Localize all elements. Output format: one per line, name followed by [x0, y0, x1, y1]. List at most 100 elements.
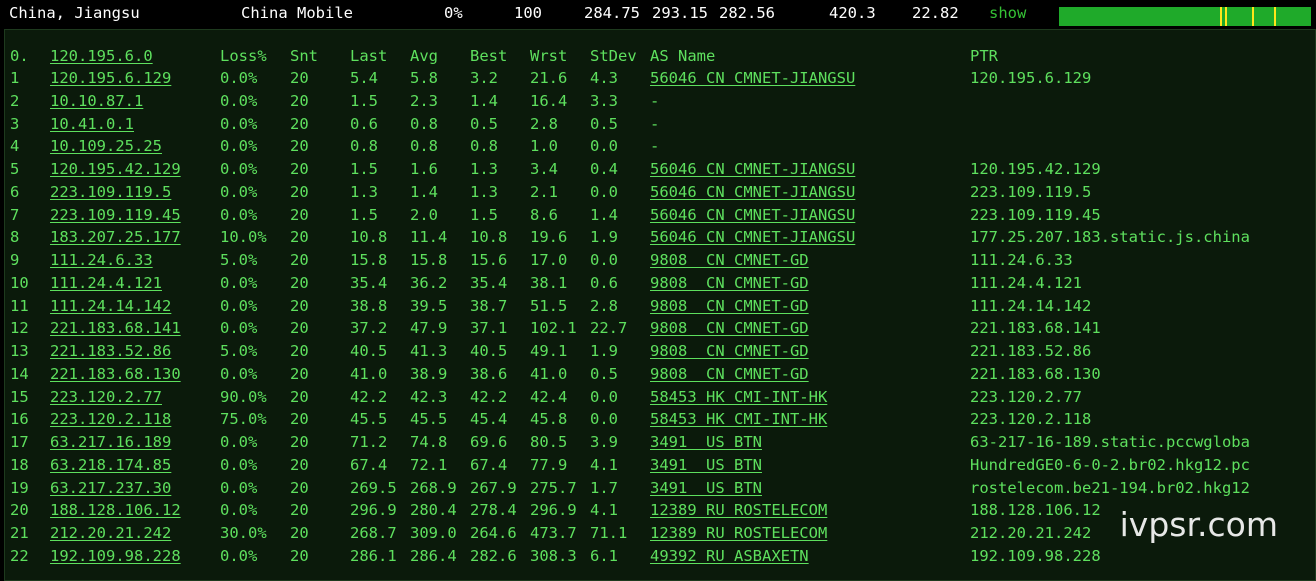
hop-host[interactable]: 120.195.6.129 — [50, 67, 171, 89]
hop-sent: 20 — [290, 296, 309, 315]
hop-as-name[interactable]: 12389 RU ROSTELECOM — [650, 499, 827, 521]
hop-host[interactable]: 223.120.2.77 — [50, 386, 162, 408]
hop-worst: 38.1 — [530, 273, 568, 292]
hop-as-name[interactable]: 9808 CN CMNET-GD — [650, 363, 809, 385]
hop-as-name[interactable]: 56046 CN CMNET-JIANGSU — [650, 158, 855, 180]
hop-host[interactable]: 223.120.2.118 — [50, 408, 171, 430]
hop-as-name[interactable]: 9808 CN CMNET-GD — [650, 340, 809, 362]
hop-best: 267.9 — [470, 478, 517, 497]
hop-ptr: 188.128.106.12 — [970, 501, 1101, 520]
hop-worst: 308.3 — [530, 546, 577, 565]
hop-avg: 42.3 — [410, 387, 448, 406]
hop-as-name[interactable]: 9808 CN CMNET-GD — [650, 272, 809, 294]
hop-loss: 0.0% — [220, 205, 258, 224]
hop-as-name[interactable]: 56046 CN CMNET-JIANGSU — [650, 67, 855, 89]
hop-last: 40.5 — [350, 342, 388, 360]
hop-host[interactable]: 63.217.237.30 — [50, 477, 171, 499]
col-host[interactable]: 120.195.6.0 — [50, 45, 153, 67]
hop-best: 1.3 — [470, 160, 498, 178]
hop-host[interactable]: 221.183.68.130 — [50, 363, 181, 385]
hop-worst: 1.0 — [530, 137, 558, 156]
hop-last: 286.1 — [350, 546, 397, 565]
hop-number: 7 — [10, 205, 20, 224]
hop-worst: 51.5 — [530, 296, 568, 315]
hop-host[interactable]: 111.24.14.142 — [50, 295, 171, 317]
hop-host[interactable]: 10.41.0.1 — [50, 113, 134, 135]
hop-as-name[interactable]: 58453 HK CMI-INT-HK — [650, 408, 827, 430]
hop-host[interactable]: 221.183.68.141 — [50, 317, 181, 339]
hop-stdev: 4.1 — [590, 501, 618, 520]
summary-sent: 100 — [514, 4, 542, 22]
hop-worst: 3.4 — [530, 160, 558, 178]
hop-as-name[interactable]: 12389 RU ROSTELECOM — [650, 522, 827, 544]
hop-last: 37.2 — [350, 319, 388, 338]
summary-avg: 293.15 — [652, 4, 708, 22]
hop-sent: 20 — [290, 478, 309, 497]
hop-avg: 38.9 — [410, 364, 448, 383]
hop-worst: 102.1 — [530, 319, 577, 338]
hop-last: 10.8 — [350, 228, 388, 247]
hop-host[interactable]: 10.109.25.25 — [50, 135, 162, 157]
hop-ptr: 221.183.52.86 — [970, 342, 1092, 360]
hop-sent: 20 — [290, 228, 309, 247]
hop-best: 69.6 — [470, 433, 508, 451]
hop-host[interactable]: 212.20.21.242 — [50, 522, 171, 544]
hop-host[interactable]: 188.128.106.12 — [50, 499, 181, 521]
hop-sent: 20 — [290, 524, 309, 542]
hop-number: 3 — [10, 114, 20, 133]
hop-loss: 0.0% — [220, 91, 258, 110]
hop-worst: 2.8 — [530, 114, 558, 133]
hop-as-name[interactable]: 58453 HK CMI-INT-HK — [650, 386, 827, 408]
hop-worst: 2.1 — [530, 182, 558, 201]
hop-number: 11 — [10, 296, 29, 315]
hop-as-name[interactable]: 49392 RU ASBAXETN — [650, 545, 809, 567]
hop-best: 67.4 — [470, 455, 508, 474]
hop-as-name[interactable]: 9808 CN CMNET-GD — [650, 295, 809, 317]
hop-host[interactable]: 192.109.98.228 — [50, 545, 181, 567]
sparkline-spike — [1252, 7, 1254, 26]
hop-as-name[interactable]: 56046 CN CMNET-JIANGSU — [650, 181, 855, 203]
hop-ptr: 111.24.6.33 — [970, 251, 1073, 269]
hop-host[interactable]: 223.109.119.5 — [50, 181, 171, 203]
hop-as-name[interactable]: 56046 CN CMNET-JIANGSU — [650, 226, 855, 248]
col-wrst: Wrst — [530, 47, 568, 65]
hop-sent: 20 — [290, 69, 309, 87]
hop-number: 2 — [10, 91, 20, 110]
hop-stdev: 1.9 — [590, 228, 618, 247]
hop-best: 45.4 — [470, 410, 508, 429]
hop-loss: 0.0% — [220, 69, 258, 87]
hop-last: 296.9 — [350, 501, 397, 520]
hop-host[interactable]: 10.10.87.1 — [50, 90, 143, 112]
hop-host[interactable]: 63.217.16.189 — [50, 431, 171, 453]
hop-last: 42.2 — [350, 387, 388, 406]
hop-avg: 0.8 — [410, 114, 438, 133]
show-link[interactable]: show — [989, 4, 1026, 22]
hop-avg: 1.4 — [410, 182, 438, 201]
hop-ptr: 111.24.14.142 — [970, 296, 1092, 315]
hop-host[interactable]: 223.109.119.45 — [50, 204, 181, 226]
isp-label: China Mobile — [241, 4, 353, 22]
hop-as-name[interactable]: 9808 CN CMNET-GD — [650, 249, 809, 271]
hop-as-name[interactable]: 3491 US BTN — [650, 431, 762, 453]
hop-host[interactable]: 111.24.6.33 — [50, 249, 153, 271]
sparkline-spike — [1274, 7, 1276, 26]
hop-host[interactable]: 111.24.4.121 — [50, 272, 162, 294]
hop-host[interactable]: 221.183.52.86 — [50, 340, 171, 362]
hop-host[interactable]: 63.218.174.85 — [50, 454, 171, 476]
hop-avg: 47.9 — [410, 319, 448, 338]
hop-number: 8 — [10, 228, 20, 247]
hop-best: 3.2 — [470, 69, 498, 87]
hop-host[interactable]: 120.195.42.129 — [50, 158, 181, 180]
latency-sparkline — [1059, 7, 1311, 26]
hop-best: 1.3 — [470, 182, 498, 201]
hop-host[interactable]: 183.207.25.177 — [50, 226, 181, 248]
hop-as-name[interactable]: 56046 CN CMNET-JIANGSU — [650, 204, 855, 226]
hop-number: 9 — [10, 251, 20, 269]
hop-stdev: 0.0 — [590, 387, 618, 406]
hop-avg: 11.4 — [410, 228, 448, 247]
hop-as-name[interactable]: 3491 US BTN — [650, 454, 762, 476]
hop-as-name[interactable]: 3491 US BTN — [650, 477, 762, 499]
hop-best: 264.6 — [470, 524, 517, 542]
hop-loss: 0.0% — [220, 160, 258, 178]
hop-as-name[interactable]: 9808 CN CMNET-GD — [650, 317, 809, 339]
